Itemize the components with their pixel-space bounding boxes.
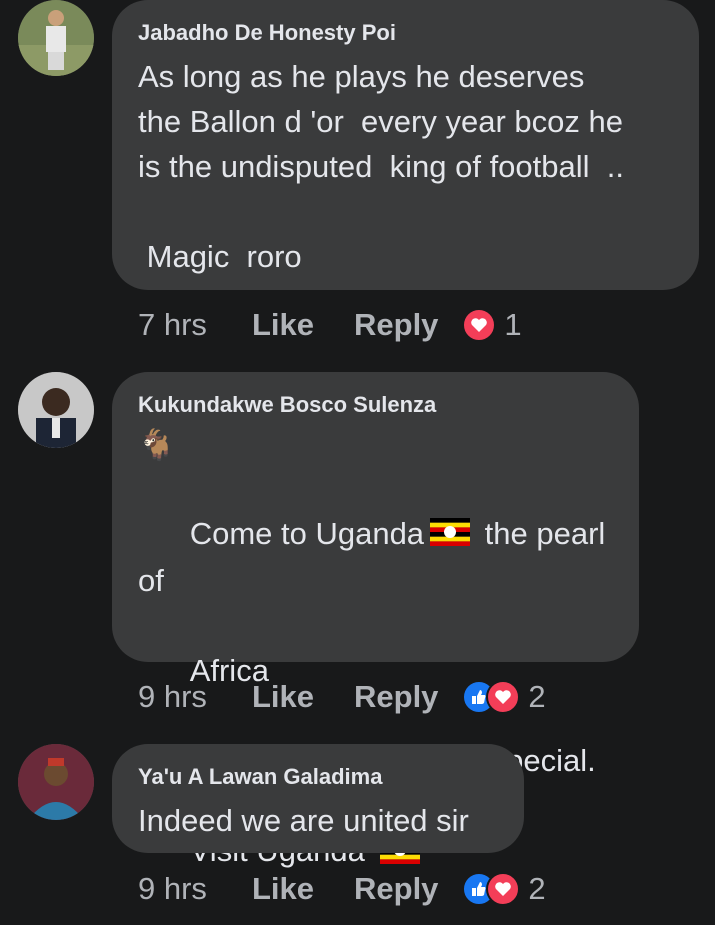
avatar-photo <box>18 744 94 820</box>
uganda-flag-icon <box>430 513 471 558</box>
comment-author[interactable]: Kukundakwe Bosco Sulenza <box>138 392 613 418</box>
comment-bubble: Jabadho De Honesty Poi As long as he pla… <box>112 0 699 290</box>
comment-bubble: Kukundakwe Bosco Sulenza 🐐 Come to Ugand… <box>112 372 639 868</box>
like-button[interactable]: Like <box>252 679 354 715</box>
comment-actions: 9 hrs Like Reply 2 <box>138 869 546 909</box>
reaction-summary[interactable]: 2 <box>462 679 546 715</box>
reaction-count: 1 <box>504 307 522 342</box>
comment-text-line: Come to Uganda <box>189 516 425 551</box>
comment-timestamp[interactable]: 9 hrs <box>138 871 252 907</box>
avatar-photo <box>18 0 94 76</box>
reaction-count: 2 <box>528 871 546 906</box>
comment-timestamp[interactable]: 7 hrs <box>138 307 252 343</box>
reaction-summary[interactable]: 2 <box>462 871 546 907</box>
reaction-summary[interactable]: 1 <box>462 307 522 343</box>
comment-author[interactable]: Jabadho De Honesty Poi <box>138 20 673 46</box>
like-button[interactable]: Like <box>252 307 354 343</box>
love-reaction-icon <box>486 680 521 714</box>
reply-button[interactable]: Reply <box>354 871 438 907</box>
reaction-count: 2 <box>528 679 546 714</box>
reply-button[interactable]: Reply <box>354 307 438 343</box>
avatar[interactable] <box>18 0 94 76</box>
avatar-photo <box>18 372 94 448</box>
avatar[interactable] <box>18 744 94 820</box>
comment-actions: 9 hrs Like Reply 2 <box>138 677 546 717</box>
comment-text: Indeed we are united sir <box>138 803 469 838</box>
comment-text: As long as he plays he deserves the Ball… <box>138 59 624 274</box>
reply-button[interactable]: Reply <box>354 679 438 715</box>
comment-bubble: Ya'u A Lawan Galadima Indeed we are unit… <box>112 744 524 853</box>
comment-timestamp[interactable]: 9 hrs <box>138 679 252 715</box>
comment-actions: 7 hrs Like Reply 1 <box>138 305 522 345</box>
love-reaction-icon <box>486 872 521 906</box>
goat-emoji: 🐐 <box>138 429 176 462</box>
avatar[interactable] <box>18 372 94 448</box>
like-button[interactable]: Like <box>252 871 354 907</box>
comment-author[interactable]: Ya'u A Lawan Galadima <box>138 764 498 790</box>
love-reaction-icon <box>462 308 497 342</box>
